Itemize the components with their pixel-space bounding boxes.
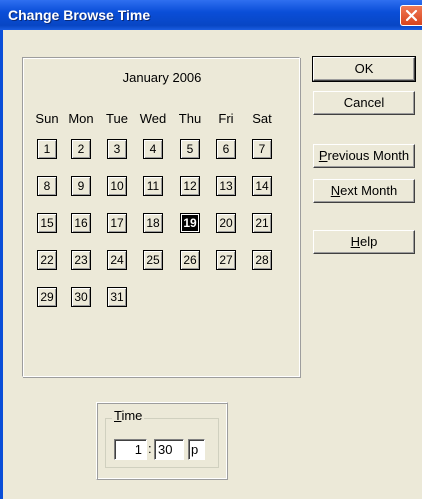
help-button[interactable]: Help bbox=[313, 230, 415, 254]
day-button-18[interactable]: 18 bbox=[143, 213, 163, 233]
hour-field[interactable]: 1 bbox=[114, 439, 147, 460]
day-button-3[interactable]: 3 bbox=[107, 139, 127, 159]
day-button-25[interactable]: 25 bbox=[143, 250, 163, 270]
day-button-13[interactable]: 13 bbox=[216, 176, 236, 196]
previous-month-button[interactable]: Previous Month bbox=[313, 144, 415, 168]
ok-button[interactable]: OK bbox=[312, 56, 416, 82]
help-label: Help bbox=[350, 234, 378, 249]
next-month-label: Next Month bbox=[330, 183, 398, 198]
day-button-27[interactable]: 27 bbox=[216, 250, 236, 270]
day-button-24[interactable]: 24 bbox=[107, 250, 127, 270]
previous-month-label: Previous Month bbox=[318, 148, 410, 163]
minute-field[interactable]: 30 bbox=[154, 439, 184, 460]
day-button-22[interactable]: 22 bbox=[37, 250, 57, 270]
time-group-label: Time bbox=[112, 408, 145, 423]
next-month-button[interactable]: Next Month bbox=[313, 179, 415, 203]
weekday-thu: Thu bbox=[178, 111, 202, 126]
time-separator: : bbox=[148, 441, 152, 456]
close-button[interactable] bbox=[400, 5, 422, 26]
close-icon bbox=[405, 9, 418, 22]
day-button-30[interactable]: 30 bbox=[71, 287, 91, 307]
day-button-7[interactable]: 7 bbox=[252, 139, 272, 159]
day-button-20[interactable]: 20 bbox=[216, 213, 236, 233]
day-button-28[interactable]: 28 bbox=[252, 250, 272, 270]
weekday-sat: Sat bbox=[252, 111, 272, 126]
day-button-4[interactable]: 4 bbox=[143, 139, 163, 159]
ampm-field[interactable]: p bbox=[188, 439, 205, 460]
weekday-tue: Tue bbox=[106, 111, 128, 126]
weekday-fri: Fri bbox=[218, 111, 234, 126]
day-button-31[interactable]: 31 bbox=[107, 287, 127, 307]
day-button-23[interactable]: 23 bbox=[71, 250, 91, 270]
day-button-5[interactable]: 5 bbox=[180, 139, 200, 159]
day-button-16[interactable]: 16 bbox=[71, 213, 91, 233]
day-button-6[interactable]: 6 bbox=[216, 139, 236, 159]
day-button-8[interactable]: 8 bbox=[37, 176, 57, 196]
day-button-12[interactable]: 12 bbox=[180, 176, 200, 196]
day-button-1[interactable]: 1 bbox=[37, 139, 57, 159]
day-button-17[interactable]: 17 bbox=[107, 213, 127, 233]
day-button-21[interactable]: 21 bbox=[252, 213, 272, 233]
day-button-29[interactable]: 29 bbox=[37, 287, 57, 307]
window-title: Change Browse Time bbox=[8, 7, 151, 23]
day-button-26[interactable]: 26 bbox=[180, 250, 200, 270]
day-button-14[interactable]: 14 bbox=[252, 176, 272, 196]
weekday-wed: Wed bbox=[139, 111, 167, 126]
day-button-2[interactable]: 2 bbox=[71, 139, 91, 159]
day-button-10[interactable]: 10 bbox=[107, 176, 127, 196]
cancel-button[interactable]: Cancel bbox=[313, 91, 415, 115]
day-button-11[interactable]: 11 bbox=[143, 176, 163, 196]
month-label: January 2006 bbox=[122, 70, 202, 85]
day-button-15[interactable]: 15 bbox=[37, 213, 57, 233]
day-button-9[interactable]: 9 bbox=[71, 176, 91, 196]
title-bar[interactable]: Change Browse Time bbox=[0, 0, 422, 30]
weekday-sun: Sun bbox=[35, 111, 59, 126]
day-button-19[interactable]: 19 bbox=[180, 213, 200, 233]
weekday-mon: Mon bbox=[68, 111, 94, 126]
